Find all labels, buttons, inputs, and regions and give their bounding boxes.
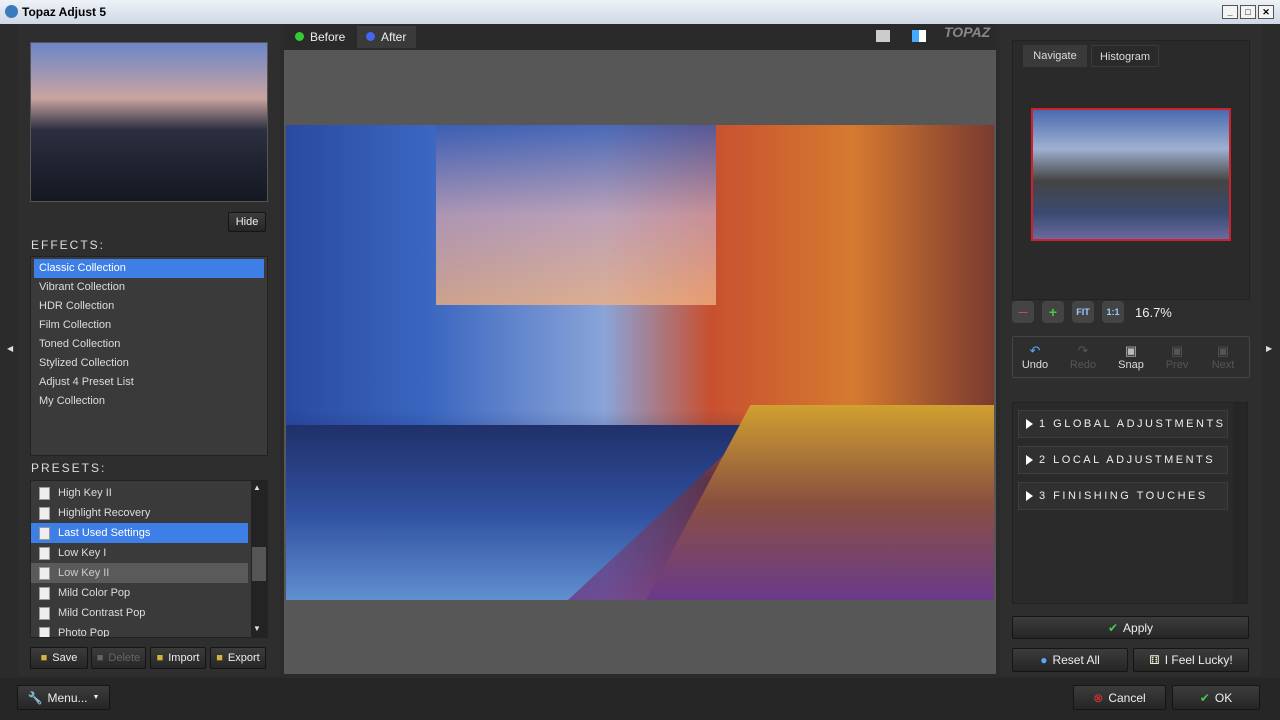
reset-all-button[interactable]: ● Reset All (1012, 648, 1128, 672)
delete-label: Delete (108, 652, 141, 664)
box-icon: ■ (40, 652, 48, 664)
topaz-logo: TOPAZ (944, 24, 991, 40)
preset-item[interactable]: Last Used Settings (31, 523, 248, 543)
effects-list: Classic Collection Vibrant Collection HD… (30, 256, 268, 456)
close-button[interactable]: ✕ (1258, 5, 1274, 19)
save-preset-button[interactable]: ■ Save (30, 647, 88, 669)
next-button[interactable]: ▣ Next (1201, 343, 1245, 371)
effect-item[interactable]: Toned Collection (34, 335, 267, 354)
history-toolbar: ↶ Undo ↷ Redo ▣ Snap ▣ Prev ▣ Next (1012, 336, 1250, 378)
tab-after[interactable]: After (357, 26, 417, 48)
checkmark-icon: ✔ (1107, 620, 1119, 635)
effect-item[interactable]: Stylized Collection (34, 354, 267, 373)
scroll-down-arrow-icon[interactable]: ▼ (253, 624, 261, 633)
preset-item[interactable]: Low Key I (31, 543, 248, 563)
zoom-level: 16.7% (1135, 305, 1172, 320)
effect-item[interactable]: Classic Collection (34, 259, 264, 278)
section-global-adjustments[interactable]: 1 GLOBAL ADJUSTMENTS (1018, 410, 1228, 438)
wrench-icon: 🔧 (27, 690, 43, 705)
effect-item[interactable]: My Collection (34, 392, 267, 411)
presets-label: PRESETS: (31, 461, 107, 475)
presets-list: High Key II Highlight Recovery Last Used… (30, 480, 268, 638)
snapshot-icon: ▣ (1124, 343, 1138, 358)
effects-label: EFFECTS: (31, 238, 106, 252)
preset-item[interactable]: High Key II (31, 483, 248, 503)
export-label: Export (227, 652, 260, 664)
zoom-in-button[interactable]: + (1042, 301, 1064, 323)
cancel-button[interactable]: ⊗ Cancel (1073, 685, 1166, 710)
window-title: Topaz Adjust 5 (22, 5, 106, 19)
hide-button[interactable]: Hide (228, 212, 266, 232)
app-icon (5, 5, 18, 18)
preview-image[interactable] (286, 125, 994, 600)
save-label: Save (52, 652, 78, 664)
cancel-icon: ⊗ (1093, 690, 1104, 705)
presets-scrollbar[interactable]: ▲ ▼ (251, 481, 267, 637)
preset-item[interactable]: Photo Pop (31, 623, 248, 637)
collapse-left-panel-icon[interactable]: ◀ (7, 344, 13, 353)
box-icon: ■ (156, 652, 164, 664)
before-label: Before (310, 30, 346, 44)
snap-button[interactable]: ▣ Snap (1109, 343, 1153, 371)
next-icon: ▣ (1216, 343, 1230, 358)
minimize-button[interactable]: _ (1222, 5, 1238, 19)
collapse-right-panel-icon[interactable]: ▶ (1266, 344, 1272, 353)
reset-icon: ● (1040, 653, 1048, 667)
preset-item[interactable]: Low Key II (31, 563, 248, 583)
dropdown-arrow-icon: ▼ (92, 694, 100, 701)
delete-preset-button[interactable]: ■ Delete (91, 647, 146, 669)
preset-item[interactable]: Mild Contrast Pop (31, 603, 248, 623)
i-feel-lucky-button[interactable]: ⚅ I Feel Lucky! (1133, 648, 1249, 672)
section-local-adjustments[interactable]: 2 LOCAL ADJUSTMENTS (1018, 446, 1228, 474)
undo-icon: ↶ (1029, 343, 1041, 358)
after-dot-icon (366, 32, 375, 41)
zoom-fit-button[interactable]: FIT (1072, 301, 1094, 323)
prev-button[interactable]: ▣ Prev (1155, 343, 1199, 371)
box-icon: ■ (96, 652, 104, 664)
apply-button[interactable]: ✔ Apply (1012, 616, 1249, 639)
redo-icon: ↷ (1077, 343, 1089, 358)
preset-item[interactable]: Mild Color Pop (31, 583, 248, 603)
scrollbar-thumb[interactable] (252, 547, 266, 581)
view-tabs: Before After TOPAZ (284, 24, 996, 50)
scroll-up-arrow-icon[interactable]: ▲ (253, 483, 261, 492)
dice-icon: ⚅ (1149, 653, 1160, 667)
single-view-icon[interactable] (876, 30, 890, 42)
effect-item[interactable]: Film Collection (34, 316, 267, 335)
effect-item[interactable]: Vibrant Collection (34, 278, 267, 297)
preset-preview-thumbnail (30, 42, 268, 202)
box-icon: ■ (216, 652, 223, 664)
undo-button[interactable]: ↶ Undo (1013, 343, 1057, 371)
import-label: Import (168, 652, 200, 664)
tab-histogram[interactable]: Histogram (1091, 45, 1159, 67)
effect-item[interactable]: Adjust 4 Preset List (34, 373, 267, 392)
tab-navigate[interactable]: Navigate (1023, 45, 1087, 67)
zoom-out-button[interactable]: — (1012, 301, 1034, 323)
zoom-100-button[interactable]: 1:1 (1102, 301, 1124, 323)
section-finishing-touches[interactable]: 3 FINISHING TOUCHES (1018, 482, 1228, 510)
after-label: After (381, 30, 407, 44)
preset-item[interactable]: Highlight Recovery (31, 503, 248, 523)
maximize-button[interactable]: □ (1240, 5, 1256, 19)
split-view-icon[interactable] (912, 30, 926, 42)
title-bar: Topaz Adjust 5 _ □ ✕ (0, 0, 1280, 24)
ok-check-icon: ✔ (1199, 690, 1210, 705)
tab-before[interactable]: Before (286, 26, 355, 48)
prev-icon: ▣ (1170, 343, 1184, 358)
redo-button[interactable]: ↷ Redo (1061, 343, 1105, 371)
effect-item[interactable]: HDR Collection (34, 297, 267, 316)
before-dot-icon (295, 32, 304, 41)
navigator-thumbnail[interactable] (1031, 108, 1231, 241)
ok-button[interactable]: ✔ OK (1172, 685, 1260, 710)
export-preset-button[interactable]: ■ Export (210, 647, 266, 669)
menu-button[interactable]: 🔧 Menu... ▼ (17, 685, 110, 710)
import-preset-button[interactable]: ■ Import (150, 647, 206, 669)
adjustments-scrollbar[interactable] (1233, 403, 1247, 603)
